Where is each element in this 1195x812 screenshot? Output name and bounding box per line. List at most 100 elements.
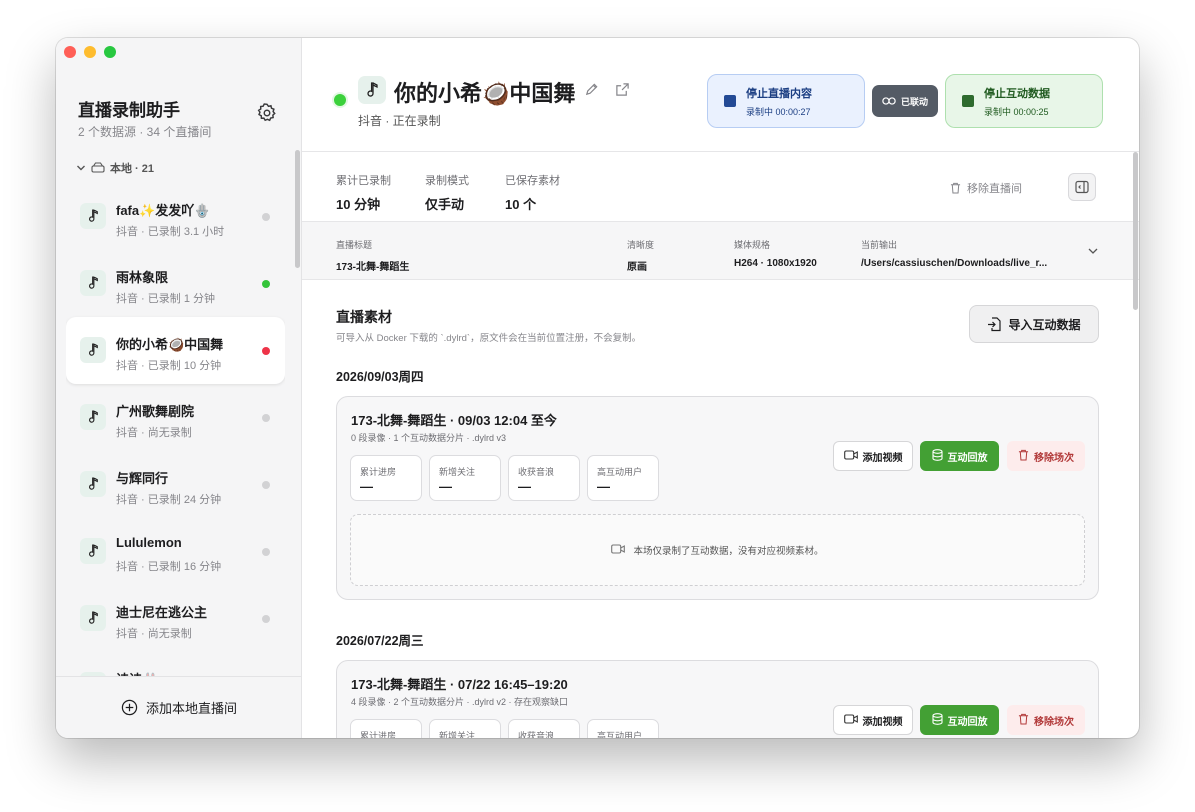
- status-dot: [262, 481, 270, 489]
- sidebar-toggle-icon[interactable]: [1068, 173, 1096, 201]
- pencil-icon[interactable]: [584, 82, 599, 102]
- remove-session-button[interactable]: 移除场次: [1007, 705, 1085, 735]
- metric-label: 累计进房: [360, 467, 397, 477]
- room-name: Lululemon: [116, 535, 182, 550]
- gear-icon[interactable]: [256, 102, 278, 124]
- empty-video-notice: 本场仅录制了互动数据，没有对应视频素材。: [350, 514, 1085, 586]
- music-note-icon: [80, 270, 106, 296]
- session-metric: 收获音浪 —: [508, 455, 580, 501]
- import-file-icon: [988, 316, 1002, 331]
- room-list-item[interactable]: 广州歌舞剧院 抖音 · 尚无录制: [66, 384, 285, 451]
- trash-icon: [1018, 713, 1029, 728]
- trash-icon: [950, 182, 961, 194]
- status-dot: [262, 615, 270, 623]
- session-metric: 新增关注: [429, 719, 501, 738]
- remove-session-button[interactable]: 移除场次: [1007, 441, 1085, 471]
- group-label: 本地 · 21: [110, 163, 155, 175]
- remove-session-label: 移除场次: [1034, 716, 1074, 728]
- stat-value: 10 个: [505, 197, 537, 212]
- close-window-button[interactable]: [64, 46, 76, 58]
- session-title: 173-北舞-舞蹈生 · 07/22 16:45–19:20: [351, 677, 568, 692]
- linked-label: 已联动: [900, 96, 928, 107]
- zoom-window-button[interactable]: [104, 46, 116, 58]
- room-list-item[interactable]: 雨林象限 抖音 · 已录制 1 分钟: [66, 250, 285, 317]
- stop-live-content-label: 停止直播内容: [746, 87, 812, 100]
- status-dot: [262, 213, 270, 221]
- room-name: 广州歌舞剧院: [116, 404, 195, 419]
- metric-label: 收获音浪: [518, 467, 555, 477]
- add-local-room-button[interactable]: 添加本地直播间: [56, 676, 302, 738]
- room-name: 与辉同行: [116, 471, 169, 486]
- session-metric: 高互动用户: [587, 719, 659, 738]
- interaction-replay-button[interactable]: 互动回放: [920, 705, 999, 735]
- sidebar-scrollbar[interactable]: [295, 150, 300, 268]
- database-icon: [931, 712, 943, 728]
- room-list: fafa✨发发吖🪬 抖音 · 已录制 3.1 小时 雨林象限 抖音 · 已录制 1 分…: [66, 183, 285, 677]
- main-scrollbar[interactable]: [1133, 152, 1138, 310]
- interaction-replay-button[interactable]: 互动回放: [920, 441, 999, 471]
- stat-record-mode: 录制模式 仅手动: [425, 172, 469, 213]
- metric-value: —: [439, 479, 452, 494]
- add-video-button[interactable]: 添加视频: [833, 705, 913, 735]
- minimize-window-button[interactable]: [84, 46, 96, 58]
- video-camera-icon: [611, 543, 626, 557]
- remove-live-room-label: 移除直播间: [967, 183, 1022, 195]
- session-metric: 收获音浪: [508, 719, 580, 738]
- database-icon: [931, 448, 943, 464]
- room-meta: 抖音 · 尚无录制: [116, 427, 192, 439]
- music-note-icon: [80, 471, 106, 497]
- metric-value: —: [518, 479, 531, 494]
- room-list-item[interactable]: Lululemon 抖音 · 已录制 16 分钟: [66, 518, 285, 585]
- room-meta: 抖音 · 已录制 24 分钟: [116, 494, 222, 506]
- external-link-icon[interactable]: [615, 82, 630, 102]
- add-video-label: 添加视频: [862, 716, 903, 728]
- music-note-icon: [80, 337, 106, 363]
- stop-interaction-data-button[interactable]: 停止互动数据 录制中 00:00:25: [945, 74, 1103, 128]
- meta-label: 媒体规格: [734, 240, 771, 250]
- add-video-label: 添加视频: [862, 452, 903, 464]
- session-metric: 新增关注 —: [429, 455, 501, 501]
- linked-toggle-button[interactable]: 已联动: [872, 85, 938, 117]
- stat-label: 累计已录制: [336, 175, 391, 187]
- trash-icon: [1018, 449, 1029, 464]
- status-dot: [262, 280, 270, 288]
- room-name: fafa✨发发吖🪬: [116, 203, 211, 218]
- room-list-item[interactable]: fafa✨发发吖🪬 抖音 · 已录制 3.1 小时: [66, 183, 285, 250]
- chevron-down-icon[interactable]: [1087, 244, 1099, 262]
- empty-note-text: 本场仅录制了互动数据，没有对应视频素材。: [633, 546, 824, 557]
- room-list-item[interactable]: 你的小希🥥中国舞 抖音 · 已录制 10 分钟: [66, 317, 285, 384]
- materials-title: 直播素材: [336, 309, 392, 325]
- session-metric: 累计进房: [350, 719, 422, 738]
- add-video-button[interactable]: 添加视频: [833, 441, 913, 471]
- room-name: 你的小希🥥中国舞: [116, 337, 224, 352]
- meta-value: /Users/cassiuschen/Downloads/live_r...: [861, 258, 1048, 269]
- metric-value: —: [597, 479, 610, 494]
- meta-value: H264 · 1080x1920: [734, 258, 817, 269]
- stop-live-content-button[interactable]: 停止直播内容 录制中 00:00:27: [707, 74, 865, 128]
- room-subtitle: 抖音 · 正在录制: [358, 114, 441, 128]
- drive-icon: [91, 162, 105, 173]
- import-interaction-data-button[interactable]: 导入互动数据: [969, 305, 1099, 343]
- music-note-icon: [80, 538, 106, 564]
- music-note-icon: [80, 404, 106, 430]
- room-list-item[interactable]: 迪士尼在逃公主 抖音 · 尚无录制: [66, 585, 285, 652]
- app-title: 直播录制助手: [78, 101, 180, 120]
- group-header-local[interactable]: 本地 · 21: [76, 160, 154, 176]
- app-window: 直播录制助手 2 个数据源 · 34 个直播间 本地 · 21 fafa✨发发吖…: [56, 38, 1139, 738]
- video-camera-icon: [843, 449, 858, 463]
- room-list-item[interactable]: 诗诗🐰: [66, 652, 285, 677]
- status-dot: [262, 548, 270, 556]
- session-title: 173-北舞-舞蹈生 · 09/03 12:04 至今: [351, 413, 557, 428]
- metric-label: 新增关注: [439, 731, 476, 738]
- metric-label: 新增关注: [439, 467, 476, 477]
- session-card: 173-北舞-舞蹈生 · 09/03 12:04 至今 0 段录像 · 1 个互动…: [336, 396, 1099, 600]
- session-subtitle: 0 段录像 · 1 个互动数据分片 · .dylrd v3: [351, 433, 507, 443]
- session-date: 2026/09/03周四: [336, 370, 424, 384]
- stop-interaction-data-timer: 录制中 00:00:25: [984, 106, 1049, 117]
- meta-label: 当前输出: [861, 240, 898, 250]
- stat-saved-materials: 已保存素材 10 个: [505, 172, 560, 213]
- music-note-icon: [358, 76, 386, 104]
- remove-live-room-button[interactable]: 移除直播间: [950, 180, 1022, 196]
- room-list-item[interactable]: 与辉同行抖音 · 已录制 24 分钟: [66, 451, 285, 518]
- remove-session-label: 移除场次: [1034, 452, 1074, 464]
